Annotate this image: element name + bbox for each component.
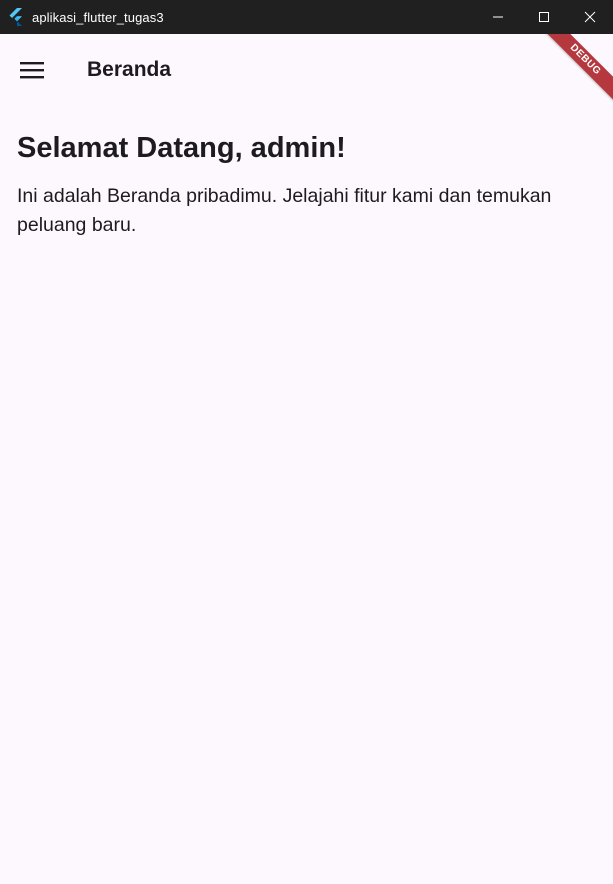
- close-icon: [584, 11, 596, 23]
- minimize-button[interactable]: [475, 0, 521, 34]
- main-content: Selamat Datang, admin! Ini adalah Berand…: [17, 128, 593, 240]
- window-titlebar: aplikasi_flutter_tugas3: [0, 0, 613, 34]
- window-controls: [475, 0, 613, 34]
- minimize-icon: [493, 16, 503, 18]
- welcome-heading: Selamat Datang, admin!: [17, 132, 346, 164]
- welcome-message: Ini adalah Beranda pribadimu. Jelajahi f…: [17, 185, 552, 236]
- maximize-icon: [539, 12, 549, 22]
- close-button[interactable]: [567, 0, 613, 34]
- page-title: Beranda: [87, 58, 172, 81]
- hamburger-menu-icon: [20, 62, 44, 79]
- menu-button[interactable]: [8, 46, 56, 94]
- window-title: aplikasi_flutter_tugas3: [32, 9, 164, 25]
- app-bar: Beranda: [0, 34, 613, 106]
- flutter-logo-icon: [8, 8, 26, 26]
- maximize-button[interactable]: [521, 0, 567, 34]
